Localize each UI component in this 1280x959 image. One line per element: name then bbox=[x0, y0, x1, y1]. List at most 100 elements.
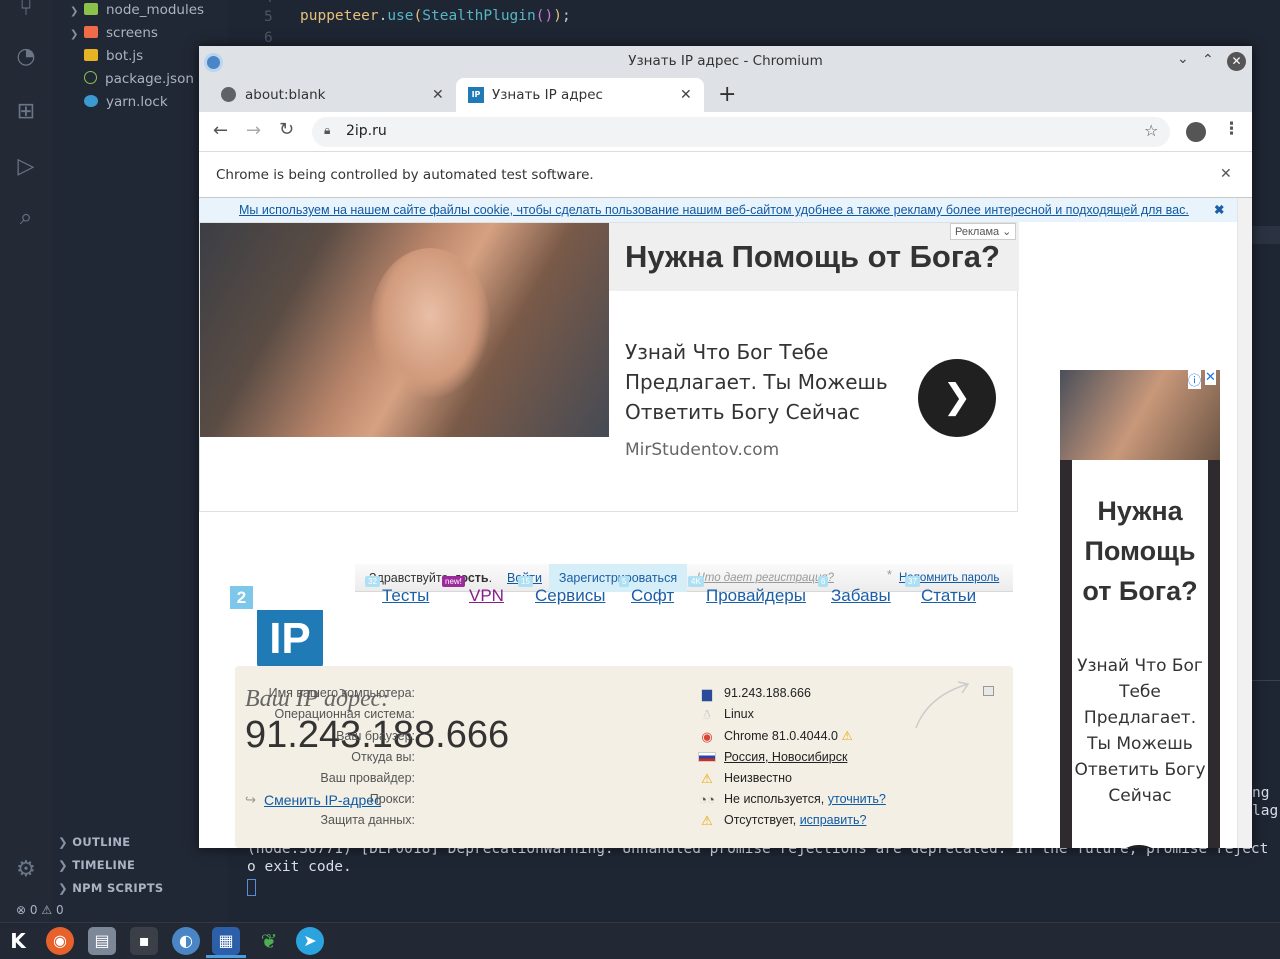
back-icon[interactable]: ← bbox=[213, 120, 228, 141]
minimize-icon[interactable]: ⌄ bbox=[1177, 51, 1189, 67]
ad-next-button[interactable]: ❯ bbox=[918, 359, 996, 437]
npm-scripts-section[interactable]: ❯ NPM SCRIPTS bbox=[58, 881, 163, 895]
infobar-close-icon[interactable]: ✕ bbox=[1220, 166, 1232, 182]
lock-icon: 🔒︎ bbox=[324, 123, 331, 137]
forward-icon[interactable]: → bbox=[246, 120, 261, 141]
reload-icon[interactable]: ↻ bbox=[279, 119, 294, 140]
folder-icon bbox=[84, 26, 98, 38]
firefox-icon[interactable]: ◉ bbox=[46, 927, 74, 955]
ad-info-icon[interactable]: ⓘ bbox=[1188, 370, 1202, 389]
vscode-app-icon[interactable]: ▦ bbox=[212, 927, 240, 955]
panel-divider bbox=[1252, 680, 1280, 681]
maximize-icon[interactable]: ⌃ bbox=[1202, 52, 1214, 68]
linux-icon: 🐧︎ bbox=[702, 707, 711, 722]
nav-soft[interactable]: Софт bbox=[631, 586, 674, 606]
window-titlebar[interactable]: Узнать IP адрес - Chromium ⌄ ⌃ ✕ bbox=[199, 46, 1252, 78]
nav-articles[interactable]: Статьи bbox=[921, 586, 976, 606]
page-viewport: Мы используем на нашем сайте файлы cooki… bbox=[199, 198, 1252, 848]
tree-item-node-modules[interactable]: ❯ node_modules bbox=[70, 2, 204, 18]
nav-tests[interactable]: Тесты bbox=[382, 586, 429, 606]
nav-badge: 5 bbox=[619, 576, 630, 587]
nav-badge: 15 bbox=[518, 576, 533, 587]
bookmark-star-icon[interactable]: ☆ bbox=[1144, 121, 1158, 140]
run-debug-icon[interactable]: ▷ bbox=[11, 152, 41, 182]
computer-icon: ▆ bbox=[702, 686, 712, 701]
menu-dots-icon[interactable]: ⋮ bbox=[1223, 119, 1240, 139]
ad-close-icon[interactable]: ✕ bbox=[1205, 370, 1216, 385]
fix-protection-link[interactable]: исправить? bbox=[800, 813, 867, 827]
cookie-notice-link[interactable]: Мы используем на нашем сайте файлы cooki… bbox=[239, 198, 1189, 222]
outline-section[interactable]: ❯ OUTLINE bbox=[58, 835, 130, 849]
russia-flag-icon bbox=[698, 752, 716, 762]
ad-headline: Нужна Помощь от Бога? bbox=[625, 239, 1000, 274]
chromium-app-icon[interactable]: ◐ bbox=[172, 927, 200, 955]
status-problems[interactable]: ⊗ 0 ⚠ 0 bbox=[16, 903, 64, 917]
nav-badge: new! bbox=[442, 576, 465, 587]
info-row-computer: Имя вашего компьютера: ▆ 91.243.188.666 bbox=[268, 686, 811, 701]
new-tab-button[interactable]: + bbox=[718, 78, 736, 112]
timeline-section[interactable]: ❯ TIMELINE bbox=[58, 858, 135, 872]
side-ad-card: Нужна Помощь от Бога? Узнай Что Бог Тебе… bbox=[1072, 460, 1208, 848]
mongodb-icon[interactable]: ❦ bbox=[255, 927, 283, 955]
url-text: 2ip.ru bbox=[346, 123, 387, 139]
source-control-icon[interactable]: ⑂ bbox=[11, 0, 41, 24]
cookie-notice: Мы используем на нашем сайте файлы cooki… bbox=[199, 198, 1237, 222]
nav-badge: 4K bbox=[688, 576, 704, 587]
omnibox[interactable]: 🔒︎ 2ip.ru ☆ bbox=[312, 117, 1170, 147]
clarify-proxy-link[interactable]: уточнить? bbox=[828, 792, 886, 806]
nav-providers[interactable]: Провайдеры bbox=[706, 586, 806, 606]
line-number: 4 bbox=[264, 0, 273, 6]
error-icon: ⊗ bbox=[16, 903, 27, 917]
nav-fun[interactable]: Забавы bbox=[831, 586, 891, 606]
tree-item-screens[interactable]: ❯ screens bbox=[70, 25, 158, 41]
tab-about-blank[interactable]: about:blank ✕ bbox=[207, 78, 455, 112]
warning-icon: ⚠ bbox=[41, 903, 53, 917]
nav-vpn[interactable]: VPN bbox=[469, 586, 504, 606]
search-icon[interactable]: ⌕ bbox=[11, 203, 41, 233]
chromium-window: Узнать IP адрес - Chromium ⌄ ⌃ ✕ about:b… bbox=[199, 46, 1252, 848]
logo-badge: 2 bbox=[230, 586, 253, 609]
extensions-icon[interactable]: ⊞ bbox=[11, 97, 41, 127]
code-line-5[interactable]: puppeteer.use(StealthPlugin()); bbox=[300, 8, 571, 24]
window-close-icon[interactable]: ✕ bbox=[1227, 52, 1246, 71]
kde-launcher-icon[interactable]: K bbox=[4, 927, 32, 955]
chevron-right-icon: ❯ bbox=[70, 29, 79, 40]
terminal-cursor[interactable] bbox=[247, 879, 256, 896]
tree-item-package-json[interactable]: package.json bbox=[84, 71, 194, 87]
gear-icon[interactable]: ⚙ bbox=[11, 855, 41, 885]
browser-toolbar: ← → ↻ 🔒︎ 2ip.ru ☆ ⋮ bbox=[199, 112, 1252, 152]
ip-panel: Ваш IP адрес: 91.243.188.666 ↪ Сменить I… bbox=[235, 666, 1013, 848]
tab-close-icon[interactable]: ✕ bbox=[432, 78, 444, 112]
side-ad[interactable]: ⓘ ✕ Нужна Помощь от Бога? Узнай Что Бог … bbox=[1060, 370, 1220, 848]
warning-icon: ⚠ bbox=[701, 813, 713, 828]
tab-strip: about:blank ✕ IP Узнать IP адрес ✕ + bbox=[199, 78, 1252, 112]
ad-badge[interactable]: Реклама ⌄ bbox=[950, 223, 1017, 240]
info-row-protection: Защита данных: ⚠ Отсутствует, исправить? bbox=[320, 813, 867, 828]
line-number: 5 bbox=[264, 9, 273, 25]
nav-services[interactable]: Сервисы bbox=[535, 586, 605, 606]
page-scrollbar[interactable] bbox=[1237, 198, 1252, 848]
tab-2ip[interactable]: IP Узнать IP адрес ✕ bbox=[456, 78, 704, 112]
telegram-icon[interactable]: ➤ bbox=[296, 927, 324, 955]
tree-item-bot-js[interactable]: bot.js bbox=[84, 48, 143, 64]
terminal-app-icon[interactable]: ▪ bbox=[130, 927, 158, 955]
git-graph-icon[interactable]: ◔ bbox=[11, 42, 41, 72]
automation-infobar: Chrome is being controlled by automated … bbox=[199, 152, 1252, 198]
location-link[interactable]: Россия, Новосибирск bbox=[724, 747, 847, 768]
window-title: Узнать IP адрес - Chromium bbox=[628, 53, 823, 69]
warning-icon: ⚠ bbox=[701, 771, 713, 786]
tab-close-icon[interactable]: ✕ bbox=[680, 78, 692, 112]
ad-photo bbox=[200, 223, 609, 437]
tree-item-yarn-lock[interactable]: yarn.lock bbox=[84, 94, 168, 110]
side-ad-next-button[interactable]: ❯ bbox=[1110, 845, 1168, 848]
file-manager-icon[interactable]: ▤ bbox=[88, 927, 116, 955]
info-row-provider: Ваш провайдер: ⚠ Неизвестно bbox=[320, 771, 792, 786]
profile-icon[interactable] bbox=[1186, 122, 1206, 142]
cookie-close-icon[interactable]: ✖ bbox=[1214, 198, 1224, 222]
ad-photo-face bbox=[370, 248, 490, 398]
info-row-location: Откуда вы: Россия, Новосибирск bbox=[235, 747, 1013, 768]
nav-badge: 37 bbox=[905, 576, 920, 587]
info-row-browser: Ваш браузер: ◉ Chrome 81.0.4044.0 ⚠ bbox=[336, 729, 853, 744]
top-ad[interactable]: Нужна Помощь от Бога? Реклама ⌄ Узнай Чт… bbox=[199, 222, 1019, 512]
site-logo[interactable]: IP bbox=[257, 610, 323, 668]
